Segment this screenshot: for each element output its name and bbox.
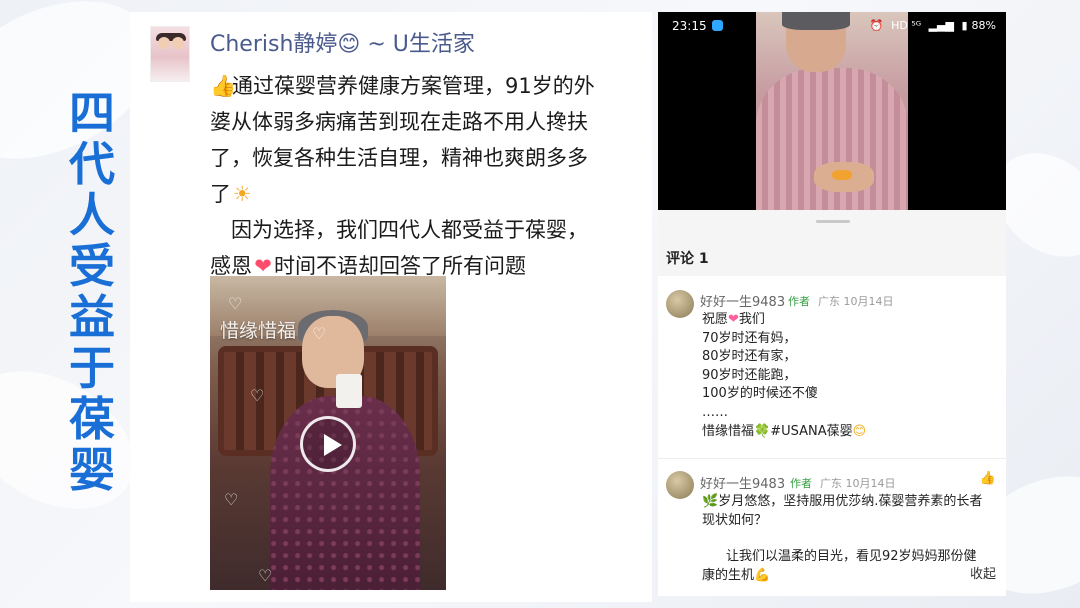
avatar[interactable]	[666, 290, 694, 318]
heart-icon: ♡	[224, 490, 239, 509]
play-icon	[324, 434, 342, 456]
heart-icon: ❤	[728, 312, 739, 327]
post-line: 时间不语却回答了所有问题	[274, 254, 526, 278]
comment-line: 90岁时还能跑，	[702, 367, 797, 383]
comment-body: 祝愿❤我们 70岁时还有妈， 80岁时还有家， 90岁时还能跑， 100岁的时候…	[702, 311, 998, 441]
like-icon[interactable]: 👍	[980, 471, 996, 486]
post-username[interactable]: Cherish静婷😊 ~ U生活家	[210, 26, 475, 58]
author-badge: 作者	[788, 295, 810, 308]
drag-handle[interactable]	[816, 220, 850, 223]
status-bar-right: ⏰ HD ⁵ᴳ ▂▄▆ ▮ 88%	[870, 19, 996, 32]
comment-line: 祝愿	[702, 312, 729, 327]
clover-icon: 🍀	[754, 423, 771, 439]
avatar[interactable]	[666, 471, 694, 499]
video-frame	[756, 12, 908, 210]
smile-icon: 😊	[852, 423, 867, 439]
comment-meta: 广东 10月14日	[820, 477, 896, 490]
comment-line: ……	[702, 404, 728, 420]
thumbs-up-icon: 👍	[210, 74, 237, 98]
heart-icon: ♡	[312, 324, 327, 343]
post-line: 婆从体弱多病痛苦到现在走路不用人搀扶	[210, 110, 588, 134]
hashtag-link[interactable]: #USANA葆婴	[770, 424, 852, 439]
comment-item: 好好一生9483 作者 广东 10月14日 👍 🌿岁月悠悠，坚持服用优莎纳.葆婴…	[658, 458, 1006, 596]
collapse-button[interactable]: 收起	[970, 563, 996, 582]
comment-line: 现状如何？	[702, 512, 768, 528]
muscle-icon: 💪	[754, 567, 771, 583]
post-line: 了，恢复各种生活自理，精神也爽朗多多	[210, 146, 588, 170]
comment-line: 80岁时还有家，	[702, 349, 797, 365]
leaf-icon: 🌿	[702, 494, 719, 509]
app-notification-icon	[712, 20, 723, 31]
battery-icon: ▮	[961, 19, 968, 32]
alarm-icon: ⏰	[869, 19, 884, 32]
heart-icon: ♡	[250, 386, 265, 405]
heart-icon: ♡	[228, 294, 243, 313]
comment-meta: 广东 10月14日	[818, 295, 894, 308]
author-badge: 作者	[790, 477, 812, 490]
post-line: 感恩	[210, 254, 252, 278]
comment-line: 让我们以温柔的目光，看见92岁妈妈那份健	[726, 549, 977, 565]
comment-author-name[interactable]: 好好一生9483	[700, 291, 785, 310]
video-watermark: 惜缘惜福	[220, 320, 297, 342]
comment-line: 100岁的时候还不傻	[702, 386, 818, 402]
comment-line: 岁月悠悠，坚持服用优莎纳.葆婴营养素的长者	[718, 494, 983, 509]
phone-screenshot: 23:15 ⏰ HD ⁵ᴳ ▂▄▆ ▮ 88% 评论 1 好好一生9483 作者 …	[658, 12, 1006, 596]
comment-author-name[interactable]: 好好一生9483	[700, 473, 785, 492]
post-line: 因为选择，我们四代人都受益于葆婴，	[210, 218, 588, 242]
play-button[interactable]	[300, 416, 356, 472]
sun-icon: ☀	[232, 182, 252, 206]
post-video-thumbnail[interactable]: 惜缘惜福 ♡ ♡ ♡ ♡ ♡	[210, 276, 446, 590]
heart-icon: ♡	[258, 566, 273, 585]
network-indicators: HD ⁵ᴳ	[891, 19, 922, 32]
comment-body: 🌿岁月悠悠，坚持服用优莎纳.葆婴营养素的长者 现状如何？ 让我们以温柔的目光，看…	[702, 493, 998, 585]
comment-line: 我们	[738, 312, 765, 327]
comment-line: 惜缘惜福	[702, 423, 755, 439]
comment-line: 康的生机	[702, 567, 755, 583]
video-player[interactable]: 23:15 ⏰ HD ⁵ᴳ ▂▄▆ ▮ 88%	[658, 12, 1006, 210]
battery-level: 88%	[971, 19, 996, 32]
status-time: 23:15	[672, 19, 707, 33]
social-post-card: Cherish静婷😊 ~ U生活家 👍通过葆婴营养健康方案管理，91岁的外 婆从…	[130, 12, 652, 602]
signal-icon: ▂▄▆	[928, 19, 954, 32]
slide-title: 四代人受益于葆婴	[69, 86, 115, 497]
comment-count: 评论 1	[666, 251, 709, 267]
post-body: 👍通过葆婴营养健康方案管理，91岁的外 婆从体弱多病痛苦到现在走路不用人搀扶 了…	[210, 68, 642, 284]
post-line: 通过葆婴营养健康方案管理，91岁的外	[232, 74, 595, 98]
comment-line: 70岁时还有妈，	[702, 330, 797, 346]
avatar[interactable]	[150, 26, 190, 82]
comment-item: 好好一生9483 作者 广东 10月14日 祝愿❤我们 70岁时还有妈， 80岁…	[658, 276, 1006, 458]
post-line: 了	[210, 182, 231, 206]
